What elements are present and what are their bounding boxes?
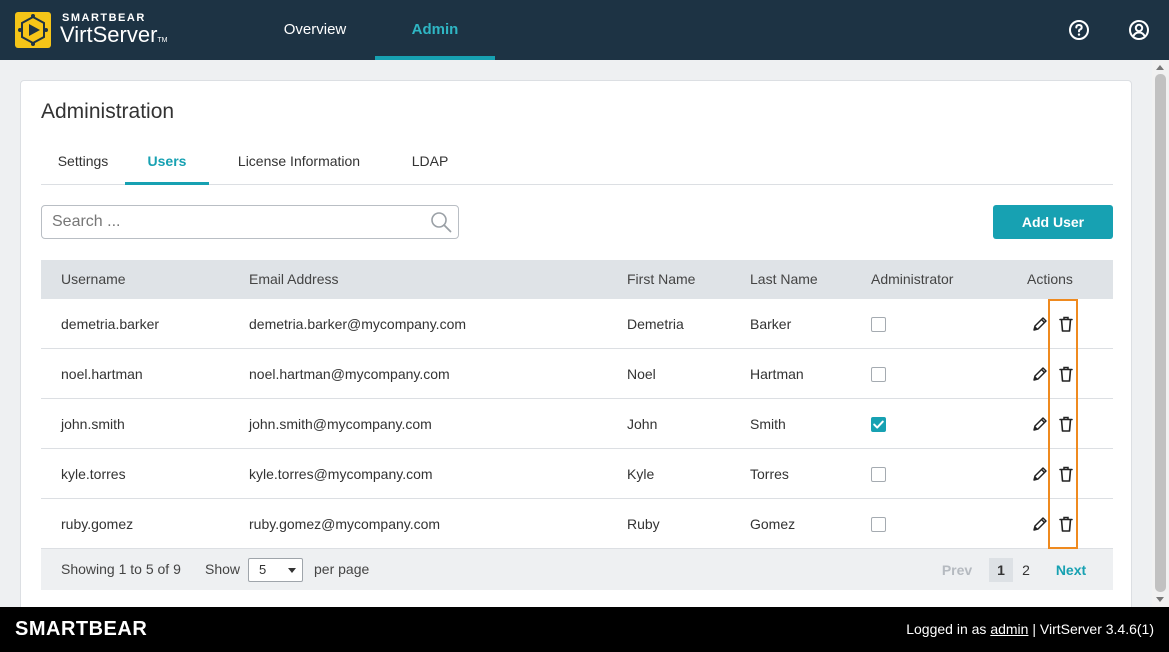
username-cell: demetria.barker [61,299,159,349]
table-row: john.smith john.smith@mycompany.com John Sm… [41,399,1113,449]
trademark-label: TM [157,37,167,44]
page-1-button[interactable]: 1 [989,558,1013,582]
search-icon[interactable] [430,211,452,233]
edit-pencil-icon[interactable] [1031,365,1049,383]
tab-ldap[interactable]: LDAP [397,143,463,185]
current-user-link[interactable]: admin [990,621,1028,637]
column-header-username[interactable]: Username [61,260,126,299]
per-page-value: 5 [259,562,266,577]
first-name-cell: Ruby [627,499,660,549]
scroll-down-arrow-icon[interactable] [1156,597,1164,602]
table-header: Username Email Address First Name Last N… [41,260,1113,299]
email-cell: noel.hartman@mycompany.com [249,349,450,399]
email-cell: ruby.gomez@mycompany.com [249,499,440,549]
first-name-cell: Noel [627,349,656,399]
per-page-select[interactable]: 5 [248,558,303,582]
user-search-box [41,205,459,239]
last-name-cell: Smith [750,399,786,449]
users-table: Username Email Address First Name Last N… [41,260,1113,590]
email-cell: john.smith@mycompany.com [249,399,432,449]
table-row: ruby.gomez ruby.gomez@mycompany.com Ruby Go… [41,499,1113,549]
tab-users[interactable]: Users [125,143,209,185]
administration-card: Administration Settings Users License In… [20,80,1132,620]
administrator-checkbox[interactable] [871,417,886,432]
per-page-label: per page [314,549,369,590]
logged-in-label: Logged in as [906,621,986,637]
scroll-up-arrow-icon[interactable] [1156,65,1164,70]
page-scrollbar[interactable] [1152,60,1169,607]
tab-license-information[interactable]: License Information [219,143,379,185]
column-header-first-name[interactable]: First Name [627,260,695,299]
column-header-actions: Actions [1027,260,1073,299]
virtserver-logo-icon[interactable] [15,12,51,48]
delete-trash-icon[interactable] [1057,365,1075,383]
administrator-checkbox[interactable] [871,367,886,382]
chevron-down-icon [288,568,296,573]
add-user-button[interactable]: Add User [993,205,1113,239]
brand-product-name: VirtServerTM [60,22,168,48]
first-name-cell: John [627,399,657,449]
next-page-button[interactable]: Next [1051,558,1091,582]
username-cell: john.smith [61,399,125,449]
page-2-button[interactable]: 2 [1017,558,1035,582]
footer-brand-logo: SMARTBEAR [15,618,147,641]
search-input[interactable] [52,210,422,234]
username-cell: kyle.torres [61,449,126,499]
table-row: noel.hartman noel.hartman@mycompany.com No… [41,349,1113,399]
column-header-last-name[interactable]: Last Name [750,260,818,299]
administrator-checkbox[interactable] [871,317,886,332]
showing-count: Showing 1 to 5 of 9 [61,549,181,590]
table-body: demetria.barker demetria.barker@mycompany… [41,299,1113,549]
edit-pencil-icon[interactable] [1031,465,1049,483]
table-footer: Showing 1 to 5 of 9 Show 5 per page Prev… [41,549,1113,590]
last-name-cell: Torres [750,449,789,499]
active-nav-indicator [375,56,495,60]
scrollbar-thumb[interactable] [1155,74,1166,592]
last-name-cell: Gomez [750,499,795,549]
top-navigation-bar: SMARTBEAR VirtServerTM Overview Admin [0,0,1169,60]
administrator-checkbox[interactable] [871,467,886,482]
delete-trash-icon[interactable] [1057,415,1075,433]
page-title: Administration [41,100,174,124]
show-label: Show [205,549,240,590]
column-header-administrator[interactable]: Administrator [871,260,953,299]
username-cell: ruby.gomez [61,499,133,549]
username-cell: noel.hartman [61,349,143,399]
version-label: | VirtServer 3.4.6(1) [1032,621,1154,637]
admin-subtabs: Settings Users License Information LDAP [41,143,1113,185]
column-header-email[interactable]: Email Address [249,260,338,299]
administrator-checkbox[interactable] [871,517,886,532]
email-cell: demetria.barker@mycompany.com [249,299,466,349]
nav-tab-overview[interactable]: Overview [265,0,365,60]
login-status: Logged in as admin | VirtServer 3.4.6(1) [906,621,1154,637]
edit-pencil-icon[interactable] [1031,315,1049,333]
tab-settings[interactable]: Settings [41,143,125,185]
email-cell: kyle.torres@mycompany.com [249,449,433,499]
first-name-cell: Demetria [627,299,684,349]
brand-product-label: VirtServer [60,22,157,47]
page-footer: SMARTBEAR Logged in as admin | VirtServe… [0,607,1169,652]
user-account-icon[interactable] [1127,18,1151,42]
nav-tab-admin[interactable]: Admin [375,0,495,60]
edit-pencil-icon[interactable] [1031,415,1049,433]
last-name-cell: Barker [750,299,791,349]
last-name-cell: Hartman [750,349,804,399]
table-row: demetria.barker demetria.barker@mycompany… [41,299,1113,349]
table-row: kyle.torres kyle.torres@mycompany.com Kyle… [41,449,1113,499]
first-name-cell: Kyle [627,449,654,499]
help-icon[interactable] [1067,18,1091,42]
delete-trash-icon[interactable] [1057,515,1075,533]
delete-trash-icon[interactable] [1057,465,1075,483]
edit-pencil-icon[interactable] [1031,515,1049,533]
prev-page-button[interactable]: Prev [937,558,977,582]
delete-trash-icon[interactable] [1057,315,1075,333]
